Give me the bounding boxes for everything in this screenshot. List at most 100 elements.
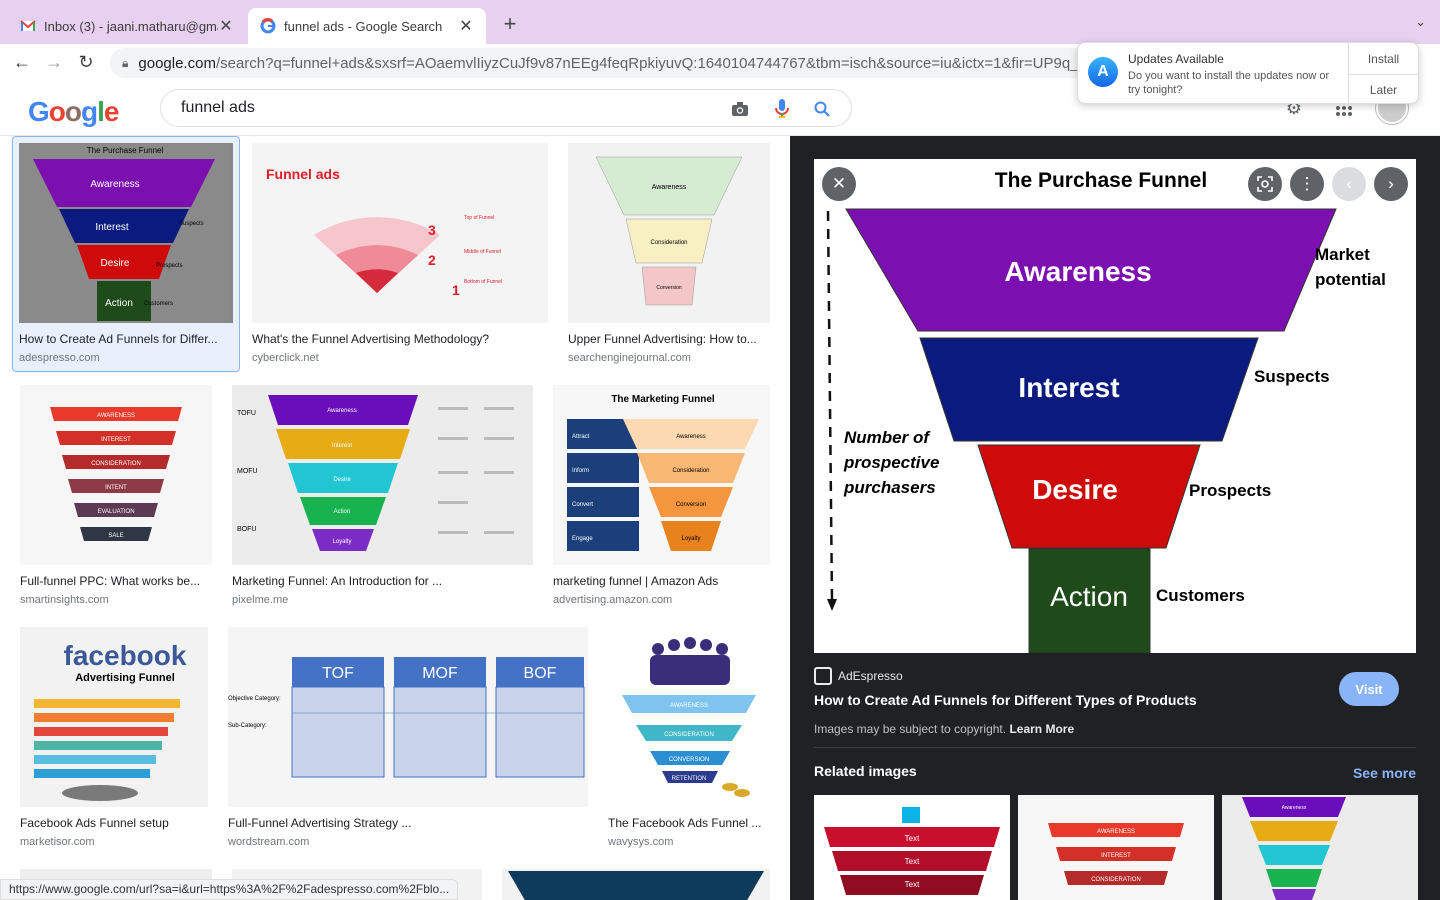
related-image-3[interactable]: Awareness <box>1222 795 1418 900</box>
close-icon[interactable]: ✕ <box>822 167 856 201</box>
result-source: smartinsights.com <box>20 594 109 606</box>
result-source: wavysys.com <box>608 836 674 848</box>
later-button[interactable]: Later <box>1349 74 1418 105</box>
related-image-2[interactable]: AWARENESS INTEREST CONSIDERATION <box>1018 795 1214 900</box>
image-interest: Interest <box>1018 372 1119 403</box>
result-card-smartinsights[interactable]: AWARENESS INTEREST CONSIDERATION INTENT … <box>20 385 212 606</box>
thumb-action: Action <box>105 298 133 309</box>
result-caption[interactable]: Upper Funnel Advertising: How to... <box>568 332 770 346</box>
result-thumbnail[interactable]: The Marketing Funnel Attract Inform Conv… <box>553 385 770 565</box>
result-thumbnail[interactable] <box>502 869 770 900</box>
result-card-wordstream[interactable]: TOF MOF BOF Objective Category: Sub-Cate… <box>228 627 588 848</box>
address-bar[interactable]: 🔒︎ google.com/search?q=funnel+ads&sxsrf=… <box>110 48 1110 78</box>
result-caption[interactable]: Full-funnel PPC: What works be... <box>20 574 212 588</box>
lock-icon: 🔒︎ <box>122 55 129 70</box>
thumb-l5: EVALUATION <box>97 509 134 515</box>
search-icon[interactable] <box>811 98 833 120</box>
result-caption[interactable]: The Facebook Ads Funnel ... <box>608 816 770 830</box>
back-icon[interactable]: ← <box>10 50 34 74</box>
camera-icon[interactable] <box>729 98 751 120</box>
related-image-1[interactable]: Text Text Text <box>814 795 1010 900</box>
new-tab-icon[interactable]: + <box>498 12 522 36</box>
image-customers: Customers <box>1156 586 1245 605</box>
result-card-cyberclick[interactable]: Funnel ads 3 2 1 Top of Funnel Middle of… <box>252 143 548 364</box>
result-thumbnail[interactable]: TOFU MOFU BOFU Awareness Interest Desire… <box>232 385 533 565</box>
gmail-icon <box>20 20 36 31</box>
google-g-icon <box>260 18 276 34</box>
amazon-thumbnail: The Marketing Funnel Attract Inform Conv… <box>553 385 770 565</box>
result-card-marketisor[interactable]: facebook Advertising Funnel Facebook Ads… <box>20 627 208 848</box>
next-image-icon[interactable]: › <box>1374 167 1408 201</box>
result-caption[interactable]: marketing funnel | Amazon Ads <box>553 574 770 588</box>
result-source: pixelme.me <box>232 594 289 606</box>
related-images-heading: Related images <box>814 763 917 779</box>
visit-button[interactable]: Visit <box>1339 672 1399 706</box>
image-action: Action <box>1050 581 1128 612</box>
learn-more-link[interactable]: Learn More <box>1009 722 1074 736</box>
result-thumbnail[interactable]: AWARENESS CONSIDERATION CONVERSION RETEN… <box>608 627 770 807</box>
thumb-subcat: Sub-Category: <box>228 723 267 729</box>
result-source: cyberclick.net <box>252 352 319 364</box>
thumb-l3: Conversion <box>676 502 706 508</box>
thumb-customers: Customers <box>144 301 173 307</box>
image-prospects: Prospects <box>1189 481 1271 500</box>
result-caption[interactable]: What's the Funnel Advertising Methodolog… <box>252 332 548 346</box>
result-caption[interactable]: Marketing Funnel: An Introduction for ..… <box>232 574 533 588</box>
result-card-amazon[interactable]: The Marketing Funnel Attract Inform Conv… <box>553 385 770 606</box>
wordstream-thumbnail: TOF MOF BOF Objective Category: Sub-Cate… <box>228 627 588 807</box>
previous-image-icon[interactable]: ‹ <box>1332 167 1366 201</box>
viewer-site[interactable]: AdEspresso <box>814 667 903 685</box>
thumb-prospects: Prospects <box>156 263 183 269</box>
result-caption[interactable]: How to Create Ad Funnels for Differ... <box>19 332 233 346</box>
notification-body: Do you want to install the updates now o… <box>1128 70 1330 96</box>
result-thumbnail[interactable]: The Purchase Funnel Awareness Interest D… <box>19 143 233 323</box>
thumb-l2: Consideration <box>672 468 709 474</box>
close-tab-icon[interactable]: ✕ <box>218 16 234 36</box>
result-thumbnail[interactable]: Awareness Consideration Conversion <box>568 143 770 323</box>
result-thumbnail[interactable]: Funnel ads 3 2 1 Top of Funnel Middle of… <box>252 143 548 323</box>
close-tab-icon[interactable]: ✕ <box>458 16 474 36</box>
image-side-2: prospective <box>843 453 939 472</box>
result-thumbnail[interactable]: AWARENESS INTEREST CONSIDERATION INTENT … <box>20 385 212 565</box>
see-more-link[interactable]: See more <box>1353 765 1416 781</box>
google-logo[interactable]: Google <box>28 96 119 128</box>
more-options-icon[interactable]: ⋮ <box>1290 167 1324 201</box>
thumb-l2: Interest <box>332 443 352 449</box>
thumb-title: Funnel ads <box>266 166 340 182</box>
cyberclick-thumbnail: Funnel ads 3 2 1 Top of Funnel Middle of… <box>252 143 548 323</box>
thumb-mofu: MOFU <box>237 468 258 475</box>
reload-icon[interactable]: ↻ <box>74 50 98 74</box>
thumb-l4: Loyalty <box>681 536 700 542</box>
thumb-desire: Desire <box>101 258 130 269</box>
tab-search-chevron-icon[interactable]: ⌄ <box>1415 14 1426 30</box>
result-card-pixelme[interactable]: TOFU MOFU BOFU Awareness Interest Desire… <box>232 385 533 606</box>
thumb-title: The Purchase Funnel <box>87 146 164 155</box>
thumb-bofu: BOFU <box>237 526 256 533</box>
result-thumbnail[interactable]: facebook Advertising Funnel <box>20 627 208 807</box>
search-input[interactable]: funnel ads <box>181 99 255 117</box>
thumb-awareness: Awareness <box>90 179 139 190</box>
viewer-title[interactable]: How to Create Ad Funnels for Different T… <box>814 692 1197 708</box>
thumb-l4: Action <box>334 509 351 515</box>
forward-icon[interactable]: → <box>42 50 66 74</box>
tab-google-search[interactable]: funnel ads - Google Search ✕ <box>248 8 486 44</box>
result-card-adespresso[interactable]: The Purchase Funnel Awareness Interest D… <box>12 136 240 372</box>
thumb-r2: Inform <box>572 468 589 474</box>
result-thumbnail[interactable]: TOF MOF BOF Objective Category: Sub-Cate… <box>228 627 588 807</box>
preview-image[interactable]: The Purchase Funnel Awareness Interest D… <box>814 159 1416 653</box>
rel3-l1: Awareness <box>1282 805 1307 811</box>
result-card-sej[interactable]: Awareness Consideration Conversion Upper… <box>568 143 770 364</box>
result-card-row4-3[interactable] <box>502 869 770 900</box>
result-card-wavysys[interactable]: AWARENESS CONSIDERATION CONVERSION RETEN… <box>608 627 770 848</box>
tab-gmail[interactable]: Inbox (3) - jaani.matharu@gma ✕ <box>8 8 246 44</box>
result-caption[interactable]: Full-Funnel Advertising Strategy ... <box>228 816 588 830</box>
lens-search-icon[interactable] <box>1248 167 1282 201</box>
thumb-l3: CONSIDERATION <box>91 461 141 467</box>
search-box[interactable]: funnel ads <box>160 89 852 127</box>
thumb-interest: Interest <box>95 222 129 233</box>
url-path: /search?q=funnel+ads&sxsrf=AOaemvlIiyzCu… <box>215 54 1100 72</box>
result-caption[interactable]: Facebook Ads Funnel setup <box>20 816 208 830</box>
install-button[interactable]: Install <box>1349 43 1418 74</box>
site-favicon-icon <box>814 667 832 685</box>
microphone-icon[interactable] <box>771 98 793 120</box>
